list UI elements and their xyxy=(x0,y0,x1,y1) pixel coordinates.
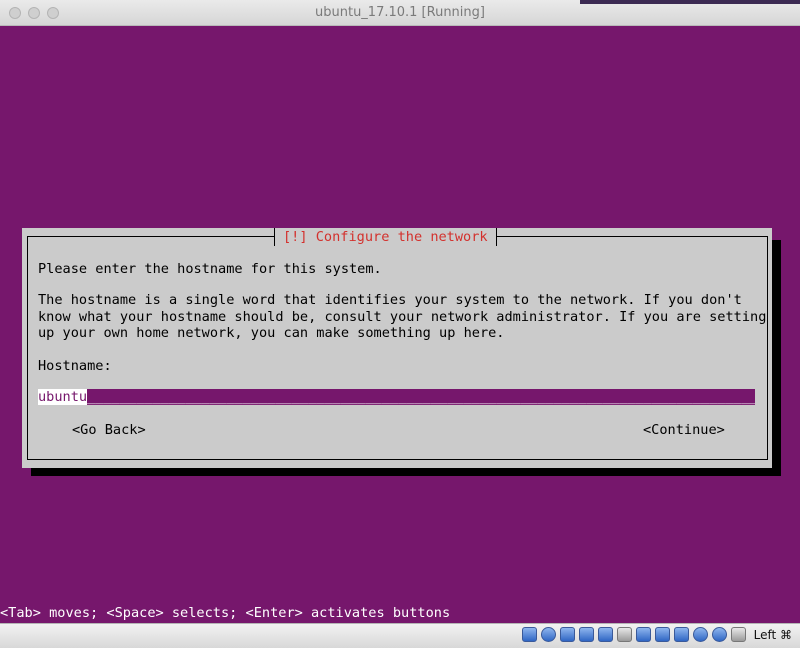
recording-icon[interactable] xyxy=(674,627,689,642)
optical-drive-icon[interactable] xyxy=(541,627,556,642)
statusbar-icons xyxy=(522,627,746,642)
window-titlebar: ubuntu_17.10.1 [Running] xyxy=(0,0,800,26)
vm-statusbar: Left ⌘ xyxy=(0,623,800,648)
continue-button[interactable]: <Continue> xyxy=(643,422,725,438)
video-capture-icon[interactable] xyxy=(655,627,670,642)
hard-disk-icon[interactable] xyxy=(522,627,537,642)
keyboard-help-line: <Tab> moves; <Space> selects; <Enter> ac… xyxy=(0,605,451,621)
go-back-button[interactable]: <Go Back> xyxy=(72,422,146,438)
hostname-value: ubuntu xyxy=(38,389,88,405)
vm-screen[interactable]: [!] Configure the network Please enter t… xyxy=(0,26,800,623)
window-title: ubuntu_17.10.1 [Running] xyxy=(315,5,485,20)
hostname-label: Hostname: xyxy=(38,358,112,374)
dialog-title: [!] Configure the network xyxy=(274,228,497,246)
audio-icon[interactable] xyxy=(560,627,575,642)
shared-folder-icon[interactable] xyxy=(617,627,632,642)
mouse-integration-icon[interactable] xyxy=(712,627,727,642)
hostname-field-fill: ________________________________________… xyxy=(87,389,755,405)
configure-network-dialog: [!] Configure the network Please enter t… xyxy=(22,228,772,468)
host-key-label: Left ⌘ xyxy=(753,628,792,642)
cpu-icon[interactable] xyxy=(693,627,708,642)
hostname-prompt: Please enter the hostname for this syste… xyxy=(38,261,382,277)
display-icon[interactable] xyxy=(636,627,651,642)
keyboard-capture-icon[interactable] xyxy=(731,627,746,642)
hostname-description: The hostname is a single word that ident… xyxy=(38,292,767,341)
background-window-strip xyxy=(580,0,800,4)
hostname-input[interactable]: ubuntu__________________________________… xyxy=(38,389,755,405)
usb-icon[interactable] xyxy=(598,627,613,642)
network-icon[interactable] xyxy=(579,627,594,642)
